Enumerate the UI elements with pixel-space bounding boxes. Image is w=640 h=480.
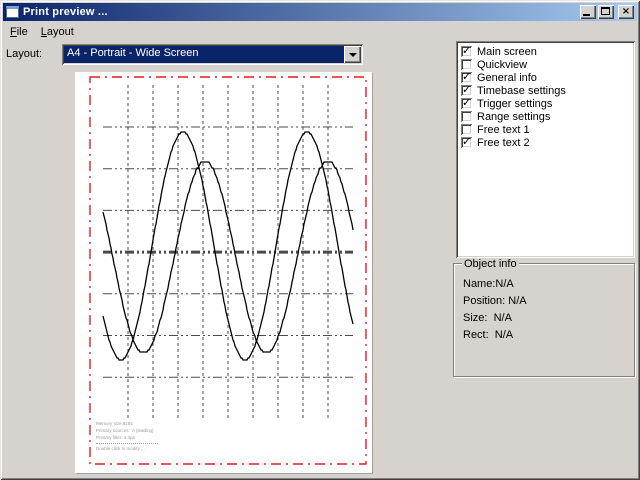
close-icon: ×: [618, 5, 634, 18]
footer-hint: Double click to modify ...: [96, 445, 216, 452]
checkbox-checked-icon[interactable]: [461, 72, 472, 83]
print-preview-window: Print preview ... × File Layout Layout: …: [0, 0, 640, 480]
layout-combobox-label: Layout:: [6, 48, 42, 60]
option-label: Timebase settings: [477, 85, 566, 97]
menu-bar: File Layout: [4, 24, 81, 41]
field-label: Name:: [463, 278, 495, 290]
checkbox-unchecked-icon[interactable]: [461, 111, 472, 122]
checkbox-checked-icon[interactable]: [461, 137, 472, 148]
waveform-channel-2[interactable]: [103, 162, 353, 352]
window-title: Print preview ...: [23, 6, 108, 18]
option-label: Quickview: [477, 59, 527, 71]
menu-file[interactable]: File: [4, 24, 35, 41]
object-info-field: Rect: N/A: [463, 329, 634, 341]
option-label: Free text 2: [477, 137, 530, 149]
footer-separator: [96, 443, 158, 444]
chevron-down-icon: [349, 53, 357, 57]
option-row[interactable]: Free text 1: [459, 123, 632, 136]
footer-text-line: Primary filter: 3.3µs: [96, 434, 216, 441]
window-controls: ×: [578, 5, 634, 19]
preview-plot[interactable]: [75, 72, 372, 473]
close-button[interactable]: ×: [618, 5, 634, 19]
footer-text-line: Primary sources: A (leading): [96, 427, 216, 434]
checkbox-unchecked-icon[interactable]: [461, 59, 472, 70]
maximize-icon: [601, 7, 610, 15]
option-row[interactable]: Timebase settings: [459, 84, 632, 97]
layout-combobox-dropdown-button[interactable]: [344, 46, 361, 63]
checkbox-checked-icon[interactable]: [461, 85, 472, 96]
field-value: N/A: [508, 295, 526, 307]
title-bar[interactable]: Print preview ... ×: [3, 3, 637, 21]
field-value: N/A: [495, 329, 513, 341]
field-value: N/A: [495, 278, 513, 290]
option-label: Main screen: [477, 46, 537, 58]
object-info-field: Position: N/A: [463, 295, 634, 307]
option-row[interactable]: Quickview: [459, 58, 632, 71]
object-info-fields: Name:N/APosition: N/ASize: N/ARect: N/A: [463, 278, 634, 341]
print-preview-page[interactable]: Memory size:8192Primary sources: A (lead…: [75, 72, 372, 473]
checkbox-checked-icon[interactable]: [461, 46, 472, 57]
object-info-group: Object info Name:N/APosition: N/ASize: N…: [453, 263, 635, 377]
layout-combobox-value: A4 - Portrait - Wide Screen: [64, 46, 344, 63]
checkbox-checked-icon[interactable]: [461, 98, 472, 109]
object-info-field: Name:N/A: [463, 278, 634, 290]
field-value: N/A: [494, 312, 512, 324]
option-row[interactable]: Main screen: [459, 45, 632, 58]
print-options-list[interactable]: Main screenQuickviewGeneral infoTimebase…: [456, 41, 635, 258]
option-label: Trigger settings: [477, 98, 552, 110]
option-label: Free text 1: [477, 124, 530, 136]
minimize-icon: [583, 14, 590, 16]
app-window-icon: [6, 6, 19, 18]
minimize-button[interactable]: [580, 5, 596, 19]
field-label: Rect:: [463, 329, 495, 341]
option-label: Range settings: [477, 111, 550, 123]
field-label: Position:: [463, 295, 508, 307]
option-row[interactable]: General info: [459, 71, 632, 84]
option-label: General info: [477, 72, 537, 84]
object-info-title: Object info: [462, 258, 519, 270]
menu-layout[interactable]: Layout: [35, 24, 81, 41]
layout-combobox[interactable]: A4 - Portrait - Wide Screen: [62, 44, 363, 65]
option-row[interactable]: Trigger settings: [459, 97, 632, 110]
field-label: Size:: [463, 312, 494, 324]
option-row[interactable]: Range settings: [459, 110, 632, 123]
object-info-field: Size: N/A: [463, 312, 634, 324]
maximize-button[interactable]: [598, 5, 614, 19]
checkbox-unchecked-icon[interactable]: [461, 124, 472, 135]
option-row[interactable]: Free text 2: [459, 136, 632, 149]
footer-text-line: Memory size:8192: [96, 420, 216, 427]
general-info-block[interactable]: Memory size:8192Primary sources: A (lead…: [96, 420, 216, 452]
